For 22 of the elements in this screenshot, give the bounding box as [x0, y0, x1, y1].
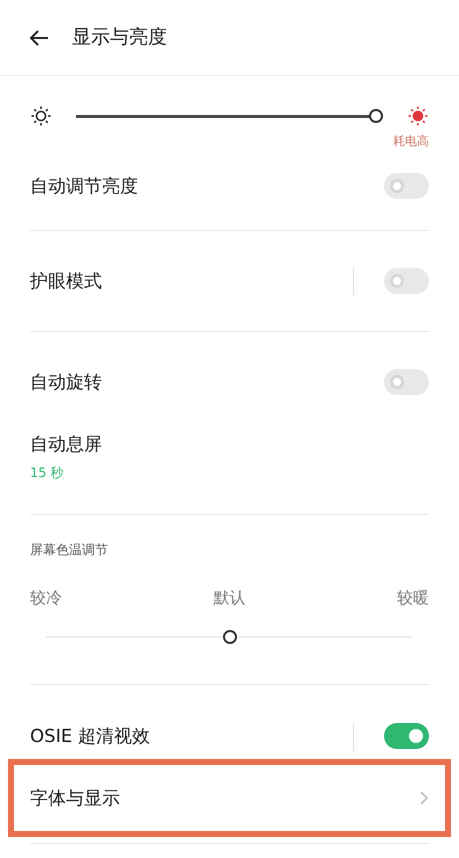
scale-label: 较暖 — [397, 586, 429, 608]
scale-label: 默认 — [214, 586, 246, 608]
setting-label: 自动调节亮度 — [30, 175, 139, 199]
setting-label: 自动息屏 — [30, 433, 103, 457]
toggle-switch[interactable] — [384, 723, 429, 749]
chevron-icon — [419, 790, 429, 806]
sun-icon — [30, 105, 52, 127]
scale-label: 较冷 — [30, 586, 62, 608]
sun-icon — [407, 105, 429, 127]
power-warning: 耗电高 — [393, 133, 429, 150]
page-title: 显示与亮度 — [72, 25, 167, 50]
section-title: 屏幕色温调节 — [30, 542, 109, 560]
toggle-switch[interactable] — [384, 173, 429, 199]
setting-label: OSIE 超清视效 — [30, 725, 151, 749]
color-temperature-slider[interactable] — [46, 630, 413, 644]
setting-value: 15 秒 — [30, 465, 65, 483]
brightness-slider[interactable] — [76, 109, 383, 123]
setting-label: 护眼模式 — [30, 270, 103, 294]
toggle-switch[interactable] — [384, 268, 429, 294]
setting-label: 字体与显示 — [30, 786, 121, 810]
setting-label: 自动旋转 — [30, 371, 103, 395]
toggle-switch[interactable] — [384, 369, 429, 395]
